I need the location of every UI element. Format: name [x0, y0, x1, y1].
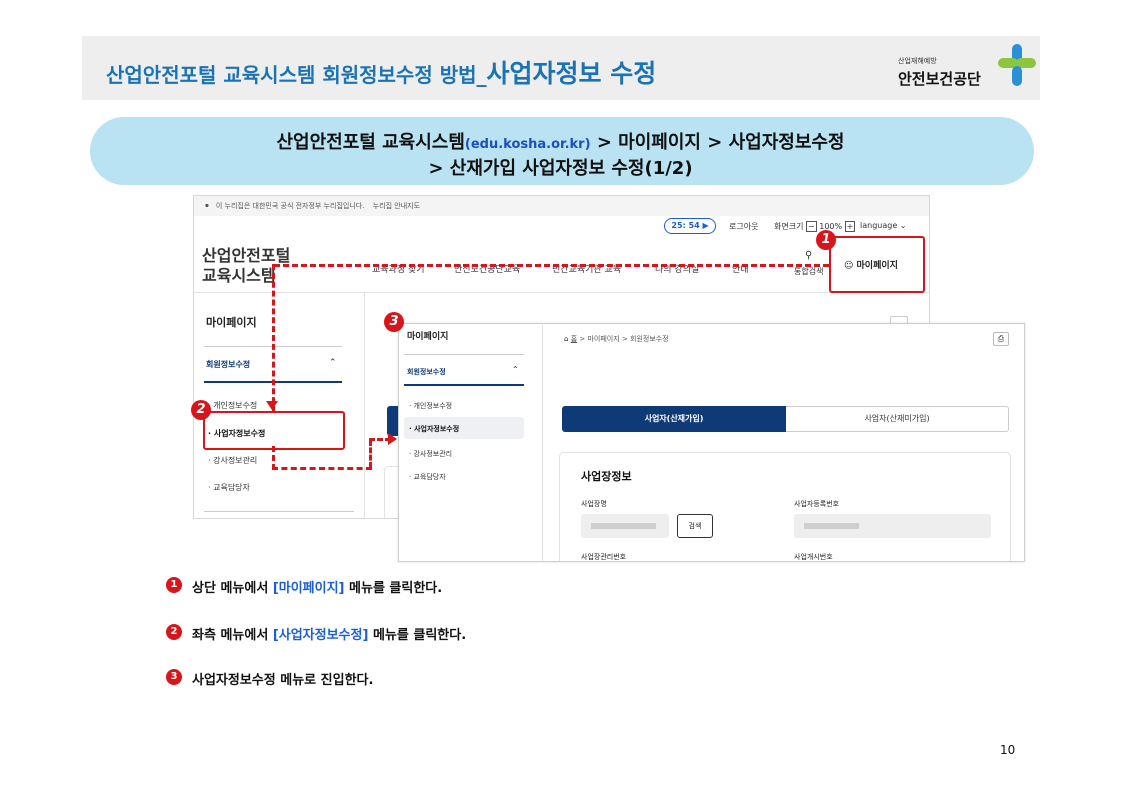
language-select[interactable]: language ⌄ [860, 221, 907, 230]
side-divider-2 [404, 354, 524, 355]
side-group-underline-2 [404, 384, 524, 386]
side-item-manager-2[interactable]: · 교육담당자 [409, 472, 446, 482]
zoom-in-icon[interactable]: + [844, 221, 856, 232]
step-2-highlight: [사업자정보수정] [272, 628, 369, 643]
badge-2: 2 [191, 400, 211, 420]
flag-icon: ⚫ [204, 202, 210, 210]
breadcrumb-mypage[interactable]: 마이페이지 [587, 335, 619, 343]
side-title: 마이페이지 [206, 316, 257, 329]
logout-link[interactable]: 로그아웃 [729, 221, 758, 232]
arrow-down-icon [266, 401, 278, 410]
tab-uninsured-business[interactable]: 사업자(산재미가입) [786, 406, 1009, 432]
search-icon[interactable]: ⚲ [805, 250, 812, 261]
page-number: 10 [1000, 743, 1016, 757]
section-title: 사업장정보 [581, 470, 632, 483]
timer-refresh-icon[interactable]: ▶ [702, 221, 708, 230]
field-label-management-number: 사업장관리번호 [581, 553, 627, 561]
chevron-down-icon: ⌄ [899, 221, 907, 230]
subtitle-line-1: 산업안전포털 교육시스템(edu.kosha.or.kr) > 마이페이지 > … [276, 132, 845, 153]
step-3-text: 사업자정보수정 메뉴로 진입한다. [192, 673, 374, 688]
breadcrumb-current: 회원정보수정 [630, 335, 669, 343]
gov-notice-text: 이 누리집은 대한민국 공식 전자정부 누리집입니다. [215, 202, 365, 210]
logo-caption: 산업재해예방 [898, 57, 937, 65]
side-item-business-2-label: · 사업자정보수정 [409, 425, 460, 433]
registration-number-input[interactable] [794, 514, 991, 538]
content-divider [364, 293, 365, 518]
step-3-number: 3 [166, 669, 182, 685]
step-1-number: 1 [166, 577, 182, 593]
masked-value [804, 523, 859, 529]
logo: 산업재해예방 안전보건공단 [898, 44, 1038, 94]
chevron-up-icon-2[interactable]: ⌃ [512, 365, 519, 374]
logo-name: 안전보건공단 [898, 70, 981, 88]
zoom-out-icon[interactable]: − [806, 221, 817, 232]
chevron-up-icon[interactable]: ⌃ [329, 358, 337, 368]
gov-link[interactable]: 누리집 안내지도 [373, 202, 420, 210]
cross-logo-icon [998, 44, 1036, 86]
header-divider [194, 292, 929, 293]
step-2-number: 2 [166, 624, 182, 640]
badge-3: 3 [384, 312, 404, 332]
field-label-registration-number: 사업자등록번호 [794, 500, 840, 508]
field-label-business-name: 사업장명 [581, 500, 607, 508]
side-group-toggle[interactable]: 회원정보수정 [206, 359, 250, 370]
badge-1: 1 [816, 230, 836, 250]
side-item-instructor[interactable]: · 강사정보관리 [208, 455, 257, 466]
search-label[interactable]: 통합검색 [794, 266, 823, 277]
gov-notice-bar: ⚫ 이 누리집은 대한민국 공식 전자정부 누리집입니다. 누리집 안내지도 [194, 196, 929, 216]
arrow-right-icon [388, 433, 397, 445]
page-title-emphasis: 사업자정보 수정 [486, 59, 657, 88]
connector-1-vertical [272, 264, 275, 412]
highlight-mypage [829, 236, 925, 293]
breadcrumb: ⌂ 홈 > 마이페이지 > 회원정보수정 [564, 335, 669, 343]
session-timer[interactable]: 25: 54 ▶ [664, 218, 716, 234]
side-item-manager[interactable]: · 교육담당자 [208, 482, 250, 493]
side-item-personal[interactable]: · 개인정보수정 [208, 400, 257, 411]
site-url: (edu.kosha.or.kr) [464, 137, 591, 152]
connector-2-up [369, 440, 372, 468]
side-item-personal-2[interactable]: · 개인정보수정 [409, 401, 452, 411]
page-title: 산업안전포털 교육시스템 회원정보수정 방법_사업자정보 수정 [106, 59, 657, 88]
highlight-business-menu [203, 411, 345, 450]
step-1-text: 상단 메뉴에서 [마이페이지] 메뉴를 클릭한다. [192, 581, 443, 596]
connector-1-horizontal [274, 264, 829, 267]
side-bottom-divider [204, 511, 354, 512]
side-divider-vertical-2 [542, 324, 543, 561]
tab-insured-business[interactable]: 사업자(산재가입) [562, 406, 786, 432]
breadcrumb-home[interactable]: 홈 [571, 335, 577, 343]
search-button[interactable]: 검색 [677, 514, 713, 538]
zoom-label: 화면크기 − 100% + [774, 221, 856, 232]
home-icon[interactable]: ⌂ [564, 335, 568, 343]
masked-value [591, 523, 656, 529]
business-name-input[interactable] [581, 514, 669, 538]
step-2-text: 좌측 메뉴에서 [사업자정보수정] 메뉴를 클릭한다. [192, 628, 467, 643]
connector-2-horizontal [272, 467, 372, 470]
field-label-opening-number: 사업개시번호 [794, 553, 833, 561]
side-item-instructor-2[interactable]: · 강사정보관리 [409, 449, 452, 459]
side-title-2: 마이페이지 [407, 332, 449, 342]
side-group-toggle-2[interactable]: 회원정보수정 [407, 367, 446, 377]
step-1-highlight: [마이페이지] [272, 581, 345, 596]
screenshot-business-info: 마이페이지 회원정보수정 ⌃ · 개인정보수정 · 사업자정보수정 · 강사정보… [398, 323, 1025, 562]
subtitle-line-2: > 산재가입 사업자정보 수정(1/2) [428, 158, 693, 179]
print-icon[interactable]: ⎙ [993, 332, 1009, 346]
